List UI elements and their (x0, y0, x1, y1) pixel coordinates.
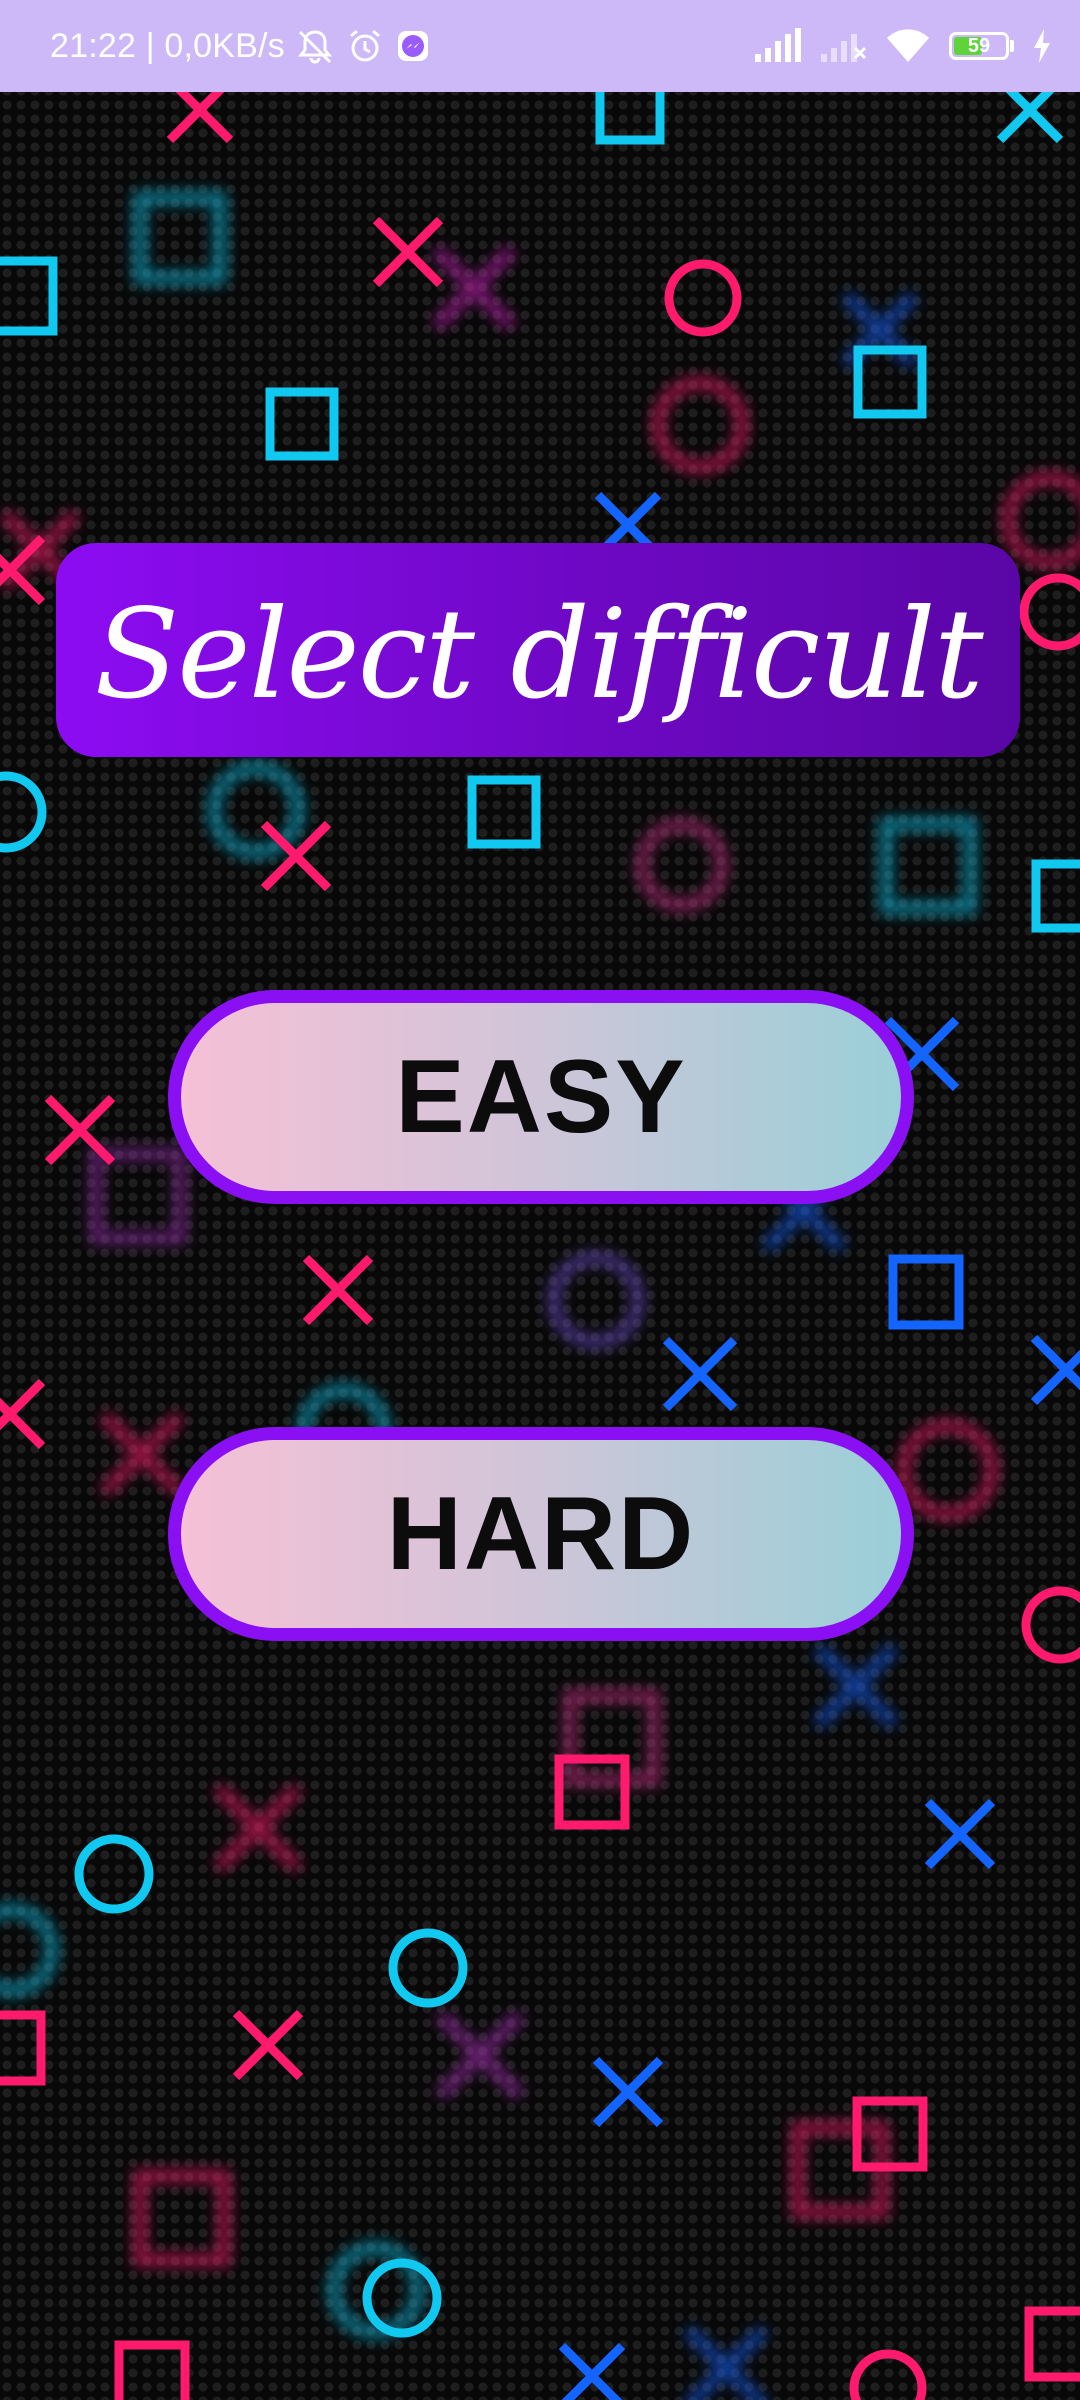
status-left: 21:22 | 0,0KB/s (50, 0, 431, 92)
status-bar: 21:22 | 0,0KB/s 59 (0, 0, 1080, 92)
crisp-circle-shape (849, 2349, 927, 2400)
blurred-x-shape (813, 1643, 899, 1729)
blurred-square-shape (89, 1147, 187, 1245)
crisp-square-shape (0, 256, 58, 336)
signal-icon (753, 28, 801, 64)
battery-frame: 59 (949, 32, 1009, 60)
blurred-circle-shape (635, 818, 729, 912)
battery-tip (1010, 40, 1014, 52)
crisp-square-shape (1024, 2306, 1080, 2382)
blurred-circle-shape (651, 376, 749, 474)
battery-level: 59 (967, 34, 991, 57)
blurred-square-shape (879, 817, 977, 915)
page-title: Select difficult (94, 583, 983, 727)
blurred-circle-shape (547, 1251, 645, 1349)
charging-icon (1032, 29, 1052, 63)
crisp-x-shape (662, 1336, 738, 1412)
hard-button[interactable]: HARD (168, 1427, 914, 1641)
crisp-circle-shape (388, 1928, 468, 2008)
title-banner: Select difficult (56, 543, 1020, 757)
blurred-circle-shape (1001, 471, 1080, 569)
status-right: 59 (753, 0, 1052, 92)
crisp-x-shape (924, 1798, 996, 1870)
alarm-icon (345, 26, 385, 66)
wifi-icon (885, 28, 931, 64)
blurred-x-shape (213, 1783, 303, 1873)
battery-icon: 59 (949, 32, 1014, 60)
crisp-x-shape (302, 1254, 374, 1326)
crisp-circle-shape (1019, 573, 1080, 651)
blurred-x-shape (431, 245, 517, 331)
status-time-speed: 21:22 | 0,0KB/s (50, 26, 285, 65)
easy-button-label: EASY (395, 1038, 687, 1155)
crisp-square-shape (265, 387, 339, 461)
blurred-x-shape (435, 2010, 525, 2100)
crisp-circle-shape (664, 259, 742, 337)
hard-button-label: HARD (386, 1475, 696, 1592)
blurred-square-shape (133, 191, 227, 285)
crisp-x-shape (0, 1378, 46, 1450)
messenger-icon (395, 28, 431, 64)
blurred-x-shape (99, 1411, 185, 1497)
blurred-circle-shape (0, 1903, 59, 1997)
mute-icon (295, 26, 335, 66)
blurred-circle-shape (897, 1419, 999, 1521)
crisp-x-shape (44, 1094, 116, 1166)
signal-no-service-icon (819, 28, 867, 64)
crisp-x-shape (1030, 1334, 1080, 1406)
crisp-square-shape (0, 2010, 46, 2086)
crisp-square-shape (1031, 859, 1080, 933)
blurred-x-shape (683, 2325, 769, 2400)
crisp-circle-shape (0, 771, 47, 853)
easy-button[interactable]: EASY (168, 990, 914, 1204)
difficulty-screen: 21:22 | 0,0KB/s 59 Select difficult EASY… (0, 0, 1080, 2400)
crisp-x-shape (232, 2009, 304, 2081)
blurred-square-shape (133, 2169, 231, 2267)
crisp-square-shape (114, 2340, 190, 2400)
crisp-square-shape (888, 1254, 964, 1330)
blurred-shapes (0, 191, 1080, 2400)
crisp-x-shape (592, 2056, 664, 2128)
crisp-square-shape (467, 775, 541, 849)
crisp-x-shape (372, 216, 444, 288)
crisp-circle-shape (74, 1834, 154, 1914)
crisp-circle-shape (1021, 1586, 1080, 1664)
crisp-x-shape (558, 2342, 626, 2400)
blurred-square-shape (563, 1689, 661, 1787)
